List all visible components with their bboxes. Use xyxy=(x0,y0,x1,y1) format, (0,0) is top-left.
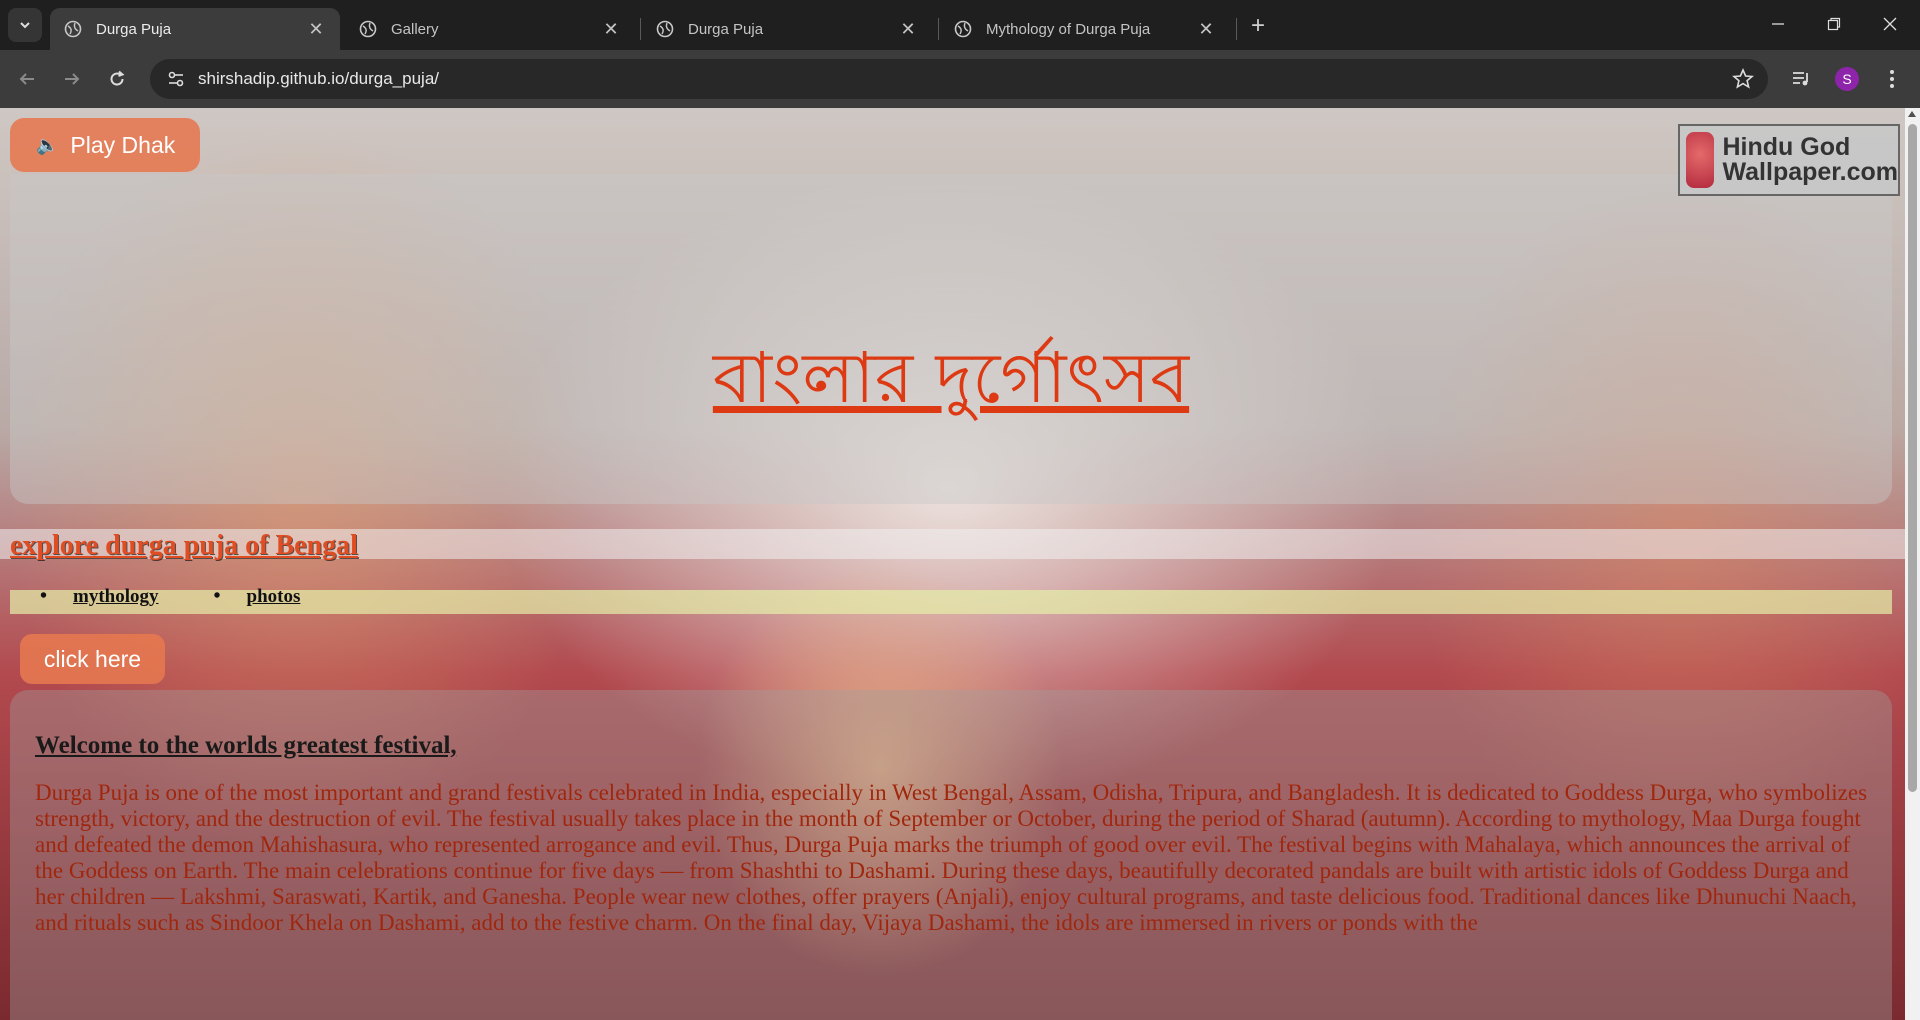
scroll-up-icon[interactable] xyxy=(1908,111,1916,117)
play-dhak-button[interactable]: 🔈 Play Dhak xyxy=(10,118,200,172)
tab-separator xyxy=(938,18,939,40)
globe-icon xyxy=(954,20,972,38)
welcome-heading: Welcome to the worlds greatest festival, xyxy=(35,732,457,759)
logo-text: Hindu God Wallpaper.com xyxy=(1722,133,1898,186)
minimize-icon xyxy=(1772,23,1784,25)
forward-button[interactable] xyxy=(55,62,89,96)
profile-button[interactable]: S xyxy=(1830,62,1864,96)
site-logo: Hindu God Wallpaper.com xyxy=(1678,124,1900,196)
tab-separator xyxy=(1236,18,1237,40)
back-button[interactable] xyxy=(10,62,44,96)
nav-item-mythology[interactable]: mythology xyxy=(40,585,159,608)
tab-mythology[interactable]: Mythology of Durga Puja ✕ xyxy=(940,8,1230,50)
arrow-left-icon xyxy=(19,73,34,85)
nav-item-photos[interactable]: photos xyxy=(214,585,301,608)
plus-icon: + xyxy=(1250,12,1265,39)
close-icon[interactable]: ✕ xyxy=(1196,19,1216,39)
explore-link[interactable]: explore durga puja of Bengal xyxy=(10,530,358,562)
tab-title: Mythology of Durga Puja xyxy=(986,20,1151,38)
address-bar[interactable]: shirshadip.github.io/durga_puja/ xyxy=(150,59,1768,99)
minimize-button[interactable] xyxy=(1750,0,1806,48)
nav-link-photos[interactable]: photos xyxy=(247,586,301,608)
close-icon[interactable]: ✕ xyxy=(601,19,621,39)
restore-icon xyxy=(1827,17,1841,31)
url-text: shirshadip.github.io/durga_puja/ xyxy=(198,69,440,88)
arrow-right-icon xyxy=(65,73,80,85)
page-scrollbar[interactable] xyxy=(1905,108,1920,1020)
tab-durga-puja[interactable]: Durga Puja ✕ xyxy=(50,8,340,50)
tab-search-button[interactable] xyxy=(8,8,42,42)
tab-title: Durga Puja xyxy=(96,20,172,38)
tab-title: Durga Puja xyxy=(688,20,764,38)
page-viewport: বাংলার দুর্গোৎসব 🔈 Play Dhak Hindu God Wa… xyxy=(0,108,1905,1020)
avatar: S xyxy=(1835,67,1859,91)
speaker-icon: 🔈 xyxy=(36,134,59,155)
more-vertical-icon xyxy=(1890,70,1894,88)
globe-icon xyxy=(64,20,82,38)
tab-title: Gallery xyxy=(391,20,439,38)
play-dhak-label: Play Dhak xyxy=(70,131,176,158)
nav-link-mythology[interactable]: mythology xyxy=(73,586,159,608)
restore-button[interactable] xyxy=(1806,0,1862,48)
tab-durga-puja-2[interactable]: Durga Puja ✕ xyxy=(642,8,932,50)
close-window-button[interactable] xyxy=(1862,0,1918,48)
deity-icon xyxy=(1686,132,1715,188)
reload-icon xyxy=(110,70,125,86)
tab-separator xyxy=(640,18,641,40)
tab-gallery[interactable]: Gallery ✕ xyxy=(345,8,635,50)
click-here-button[interactable]: click here xyxy=(20,634,165,684)
new-tab-button[interactable]: + xyxy=(1244,12,1272,40)
chevron-down-icon xyxy=(20,22,30,29)
globe-icon xyxy=(359,20,377,38)
page-title: বাংলার দুর্গোৎসব xyxy=(712,337,1190,419)
intro-paragraph: Durga Puja is one of the most important … xyxy=(35,780,1868,935)
nav-list: mythology photos xyxy=(40,585,355,608)
content-panel: Welcome to the worlds greatest festival,… xyxy=(10,690,1892,1020)
reload-button[interactable] xyxy=(100,62,134,96)
media-controls-button[interactable] xyxy=(1784,62,1818,96)
globe-icon xyxy=(656,20,674,38)
bookmark-star-icon[interactable] xyxy=(1732,67,1754,95)
playlist-icon xyxy=(1793,72,1808,86)
browser-toolbar: shirshadip.github.io/durga_puja/ S xyxy=(0,50,1920,108)
tab-strip: Durga Puja ✕ Gallery ✕ Durga Puja ✕ Myth… xyxy=(0,0,1920,50)
close-icon[interactable]: ✕ xyxy=(898,19,918,39)
site-settings-icon[interactable] xyxy=(166,69,186,89)
close-icon[interactable]: ✕ xyxy=(306,19,326,39)
close-icon xyxy=(1883,17,1897,31)
menu-button[interactable] xyxy=(1875,62,1909,96)
hero-panel: বাংলার দুর্গোৎসব xyxy=(10,174,1892,504)
scrollbar-thumb[interactable] xyxy=(1908,124,1917,792)
